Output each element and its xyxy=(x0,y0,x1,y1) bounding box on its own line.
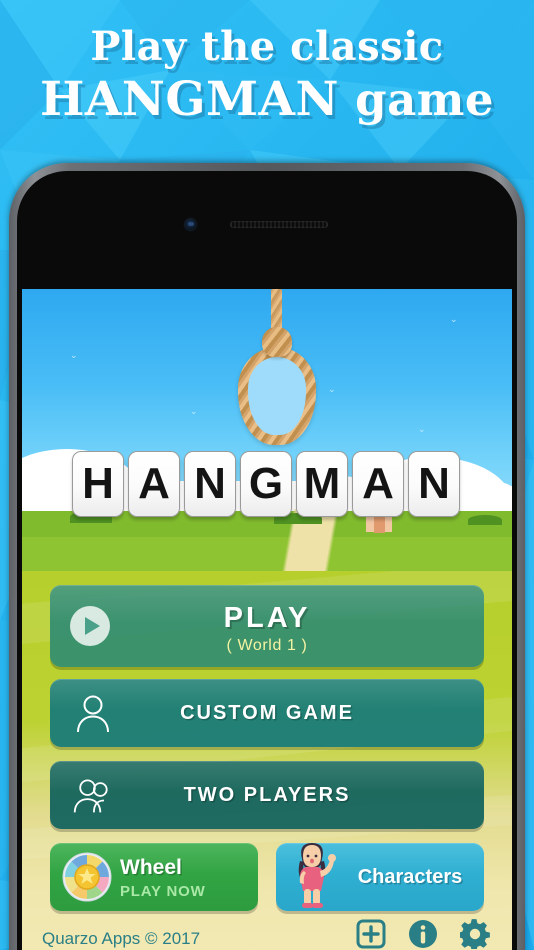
characters-button[interactable]: Characters xyxy=(276,843,484,911)
phone-mockup: ⌄ ⌄ ⌄ ⌄ ⌄ H A N G M A N PLAY (World 1)… xyxy=(9,163,525,950)
play-button-sublabel: ( World 1 ) xyxy=(226,637,308,654)
bird-icon: ⌄ xyxy=(418,424,426,434)
play-button[interactable]: PLAY ( World 1 ) xyxy=(50,585,484,667)
house-door xyxy=(374,517,385,533)
wheel-button[interactable]: Wheel PLAY NOW xyxy=(50,843,258,911)
title-tile: M xyxy=(296,451,348,517)
gear-icon[interactable] xyxy=(460,919,490,949)
title-tile: A xyxy=(352,451,404,517)
characters-button-label: Characters xyxy=(357,865,463,888)
front-camera-icon xyxy=(185,219,196,230)
app-screen: ⌄ ⌄ ⌄ ⌄ ⌄ H A N G M A N PLAY (World 1)… xyxy=(22,289,512,950)
promo-line-1: Play the classic xyxy=(90,23,444,70)
add-square-icon[interactable] xyxy=(356,919,386,949)
title-tile: N xyxy=(408,451,460,517)
rope-knot xyxy=(262,327,292,357)
hangman-title-tiles: H A N G M A N xyxy=(72,451,460,517)
promo-line-2: HANGMAN game xyxy=(0,72,534,128)
bird-icon: ⌄ xyxy=(450,314,458,324)
wheel-button-sublabel: PLAY NOW xyxy=(120,883,206,900)
title-tile: A xyxy=(128,451,180,517)
copyright-text: Quarzo Apps © 2017 xyxy=(42,929,201,948)
menu-panel: PLAY ( World 1 ) CUSTOM GAME TWO PLAYERS… xyxy=(22,571,512,950)
title-tile: G xyxy=(240,451,292,517)
wheel-button-label: Wheel xyxy=(120,856,182,879)
girl-character-icon xyxy=(298,843,336,908)
bush xyxy=(468,515,502,525)
two-players-button[interactable]: TWO PLAYERS xyxy=(50,761,484,829)
prize-wheel-icon xyxy=(62,852,112,902)
earpiece-speaker-icon xyxy=(230,221,328,228)
play-button-label: PLAY xyxy=(223,602,311,634)
title-tile: N xyxy=(184,451,236,517)
promo-headline: Play the classic HANGMAN game xyxy=(0,22,534,128)
promo-line-2-caps: HANGMAN xyxy=(40,72,339,127)
promo-line-2-rest: game xyxy=(338,73,494,126)
bird-icon: ⌄ xyxy=(70,350,78,360)
custom-game-button[interactable]: CUSTOM GAME xyxy=(50,679,484,747)
bird-icon: ⌄ xyxy=(190,406,198,416)
custom-game-button-label: CUSTOM GAME xyxy=(180,701,354,724)
phone-bezel: ⌄ ⌄ ⌄ ⌄ ⌄ H A N G M A N PLAY (World 1)… xyxy=(17,171,517,950)
title-tile: H xyxy=(72,451,124,517)
rope-noose-icon xyxy=(238,347,316,445)
info-circle-icon[interactable] xyxy=(408,919,438,949)
two-players-button-label: TWO PLAYERS xyxy=(183,783,351,806)
footer-icon-bar xyxy=(356,919,490,949)
bird-icon: ⌄ xyxy=(328,384,336,394)
